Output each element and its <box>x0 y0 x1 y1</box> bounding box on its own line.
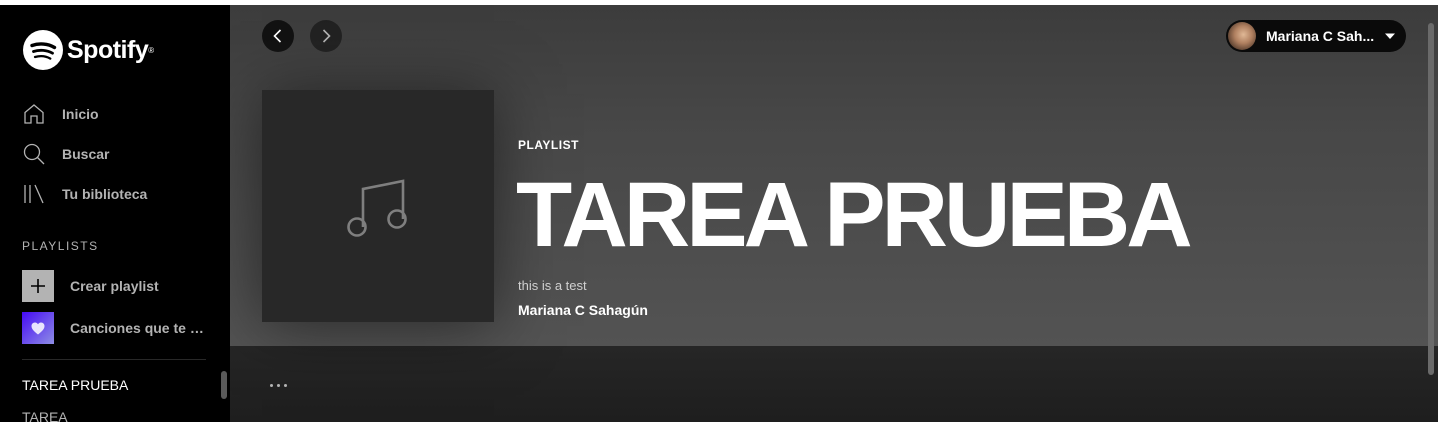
plus-icon <box>22 270 54 302</box>
sidebar: Spotify ® Inicio Buscar Tu biblioteca PLA… <box>0 5 230 422</box>
brand-name: Spotify <box>67 35 149 64</box>
sidebar-divider <box>22 359 206 360</box>
playlist-type-label: PLAYLIST <box>518 138 579 152</box>
library-icon <box>24 184 44 204</box>
chevron-right-icon <box>322 29 331 43</box>
more-dot-icon <box>283 383 287 387</box>
main-view: Mariana C Sah... PLAYLIST TAREA PRUEBA t… <box>230 5 1438 422</box>
sidebar-item-library[interactable]: Tu biblioteca <box>22 181 147 207</box>
playlist-owner-link[interactable]: Mariana C Sahagún <box>518 302 648 318</box>
more-options-button[interactable] <box>262 375 294 395</box>
action-bar <box>230 346 1438 422</box>
more-dot-icon <box>276 383 280 387</box>
liked-songs-button[interactable]: Canciones que te gustan <box>22 312 212 344</box>
home-icon <box>24 104 44 124</box>
playlist-description: this is a test <box>518 278 587 293</box>
sidebar-item-label: Buscar <box>62 146 110 162</box>
sidebar-item-search[interactable]: Buscar <box>22 141 109 167</box>
main-scrollbar[interactable] <box>1428 23 1434 375</box>
sidebar-item-home[interactable]: Inicio <box>22 101 99 127</box>
heart-icon <box>22 312 54 344</box>
sidebar-scrollbar[interactable] <box>221 371 227 399</box>
music-note-icon <box>347 179 407 237</box>
back-button[interactable] <box>262 20 294 52</box>
playlist-cover[interactable] <box>262 90 494 322</box>
sidebar-item-label: Tu biblioteca <box>62 186 148 202</box>
sidebar-playlist-item[interactable]: TAREA <box>22 409 68 422</box>
spotify-logo-icon <box>23 30 63 70</box>
create-playlist-button[interactable]: Crear playlist <box>22 270 159 302</box>
page-title[interactable]: TAREA PRUEBA <box>516 165 1193 265</box>
user-name: Mariana C Sah... <box>1266 28 1375 44</box>
create-playlist-label: Crear playlist <box>70 278 159 294</box>
forward-button[interactable] <box>310 20 342 52</box>
sidebar-playlist-item[interactable]: TAREA PRUEBA <box>22 377 128 393</box>
avatar <box>1228 22 1256 50</box>
spotify-logo[interactable]: Spotify ® <box>23 30 154 70</box>
liked-songs-label: Canciones que te gustan <box>70 320 212 336</box>
user-menu-button[interactable]: Mariana C Sah... <box>1226 20 1406 52</box>
playlists-section-header: PLAYLISTS <box>22 239 99 253</box>
search-icon <box>23 143 45 165</box>
sidebar-item-label: Inicio <box>62 106 99 122</box>
caret-down-icon <box>1385 33 1395 39</box>
chevron-left-icon <box>273 29 282 43</box>
trademark-symbol: ® <box>148 45 155 55</box>
more-dot-icon <box>269 383 273 387</box>
